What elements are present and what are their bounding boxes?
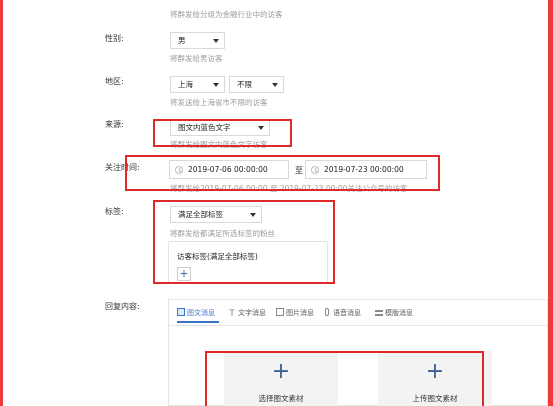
gender-select-value: 男 xyxy=(178,36,186,45)
frame-left-border xyxy=(0,0,3,406)
source-highlight-box xyxy=(153,119,292,147)
tab-text[interactable]: T 文字消息 xyxy=(228,308,266,319)
city-select-value: 不限 xyxy=(237,80,252,89)
source-label: 来源: xyxy=(105,120,124,129)
group-hint: 将群发给分组为金融行业中的访客 xyxy=(170,10,283,19)
tab-text-label: 文字消息 xyxy=(238,309,266,317)
material-highlight-box xyxy=(205,351,484,406)
frame-right-border xyxy=(548,0,553,406)
text-icon: T xyxy=(229,309,235,319)
chevron-down-icon xyxy=(272,83,278,87)
gender-select[interactable]: 男 xyxy=(170,32,225,49)
city-select[interactable]: 不限 xyxy=(229,76,284,93)
image-icon xyxy=(276,308,284,316)
region-label: 地区: xyxy=(105,77,124,86)
tab-template[interactable]: 模版消息 xyxy=(375,308,413,318)
tab-news-label: 图文消息 xyxy=(187,309,215,317)
active-tab-indicator xyxy=(177,321,219,323)
reply-tab-divider xyxy=(169,325,548,326)
template-icon xyxy=(375,310,383,316)
tab-image[interactable]: 图片消息 xyxy=(276,308,314,318)
tags-label: 标签: xyxy=(105,207,124,216)
region-hint: 将发送给上海省市不限的访客 xyxy=(170,98,268,107)
tab-voice[interactable]: 语音消息 xyxy=(325,308,361,318)
voice-icon xyxy=(325,308,329,316)
tab-voice-label: 语音消息 xyxy=(333,309,361,317)
province-select-value: 上海 xyxy=(178,80,193,89)
chevron-down-icon xyxy=(213,83,219,87)
tab-news[interactable]: 图文消息 xyxy=(177,308,215,318)
chevron-down-icon xyxy=(213,39,219,43)
tab-image-label: 图片消息 xyxy=(286,309,314,317)
gender-label: 性别: xyxy=(105,34,124,43)
news-icon xyxy=(177,308,185,316)
reply-label: 回复内容: xyxy=(105,302,140,311)
province-select[interactable]: 上海 xyxy=(170,76,225,93)
gender-hint: 将群发给男访客 xyxy=(170,54,223,63)
tags-highlight-box xyxy=(153,200,335,284)
tab-template-label: 模版消息 xyxy=(385,309,413,317)
follow-time-highlight-box xyxy=(125,155,440,191)
